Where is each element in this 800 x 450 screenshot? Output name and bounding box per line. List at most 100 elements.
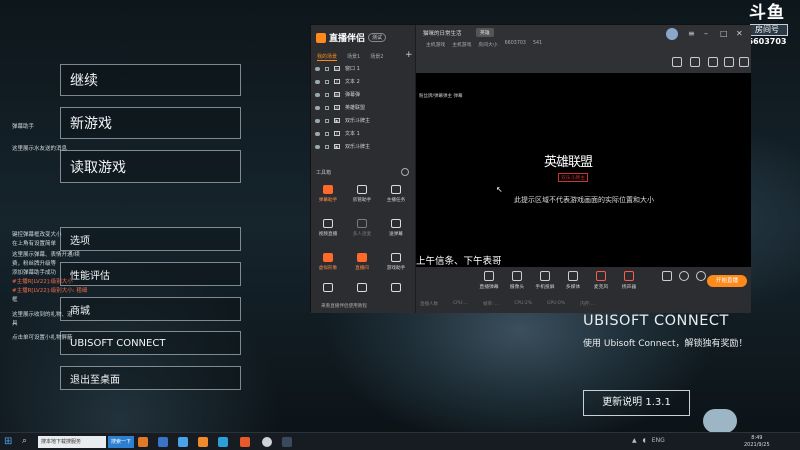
close-icon[interactable]: ✕ [736,29,743,38]
control-label: 扬声器 [621,285,637,290]
room-tag[interactable]: 英雄 [476,28,494,37]
source-item[interactable]: ▶ 双乐斗牌主 [315,143,370,150]
tool-beauty[interactable] [313,283,343,295]
tool-more[interactable] [347,283,377,295]
tool-room-admin[interactable]: 房管助手 [347,185,377,203]
tutorial-tip[interactable]: 来看直播伴侣使用教程 [321,303,367,309]
app-badge[interactable]: 测试 [368,33,387,42]
share-icon[interactable] [739,57,749,67]
multimedia-button[interactable]: 多媒体 [560,271,586,290]
network-icon[interactable]: ▲ [632,437,637,444]
store-button[interactable]: 商城 [60,297,241,321]
search-button[interactable]: 搜索一下 [108,436,135,448]
chrome-icon[interactable] [262,437,272,447]
tool-video[interactable]: 视频直播 [313,219,343,237]
search-icon[interactable]: ⌕ [22,436,27,446]
scene-tabs: 我的场景 场景1 场景2 [317,53,383,61]
source-item[interactable]: ◎ 英雄联盟 [315,104,365,111]
source-label: 双乐斗牌主 [345,144,371,150]
tool-label: 主播任务 [386,198,406,203]
folder-icon[interactable] [158,437,168,447]
cart-icon[interactable] [690,57,700,67]
mail-icon[interactable] [708,57,718,67]
exit-desktop-button[interactable]: 退出至桌面 [60,366,241,390]
app-icon[interactable] [138,437,148,447]
speaker-button[interactable]: 扬声器 [616,271,642,290]
release-notes-button[interactable]: 更新说明 1.3.1 [583,390,690,416]
tool-multi-mic[interactable]: 多人连麦 [347,219,377,237]
lock-icon[interactable] [325,66,329,71]
lock-icon[interactable] [325,118,329,123]
camera-icon [512,271,522,281]
text-icon: T [334,131,340,136]
language-indicator[interactable]: ENG [652,437,665,444]
source-label: 英雄联盟 [345,105,366,111]
eye-icon[interactable] [315,131,320,136]
minimize-icon[interactable]: – [704,29,708,38]
eye-icon[interactable] [315,92,320,97]
windows-start-icon[interactable]: ⊞ [4,436,12,447]
performance-button[interactable]: 性能评估 [60,262,241,286]
continue-button[interactable]: 继续 [60,64,241,96]
lock-icon[interactable] [325,92,329,97]
ubisoft-connect-button[interactable]: UBISOFT CONNECT [60,331,241,355]
layout-icon[interactable] [672,57,682,67]
status-bar: 直播人数 CPU:... 帧率: ... CPU:2% GPU:0% 内存:..… [420,301,595,307]
clock[interactable]: 8:49 2021/9/25 [744,435,770,449]
game-icon: ◎ [334,105,340,110]
tool-avatar[interactable]: 虚拟形象 [313,253,343,271]
tool-tasks[interactable]: 主播任务 [381,185,411,203]
source-item[interactable]: T 文本 2 [315,78,360,85]
tool-game-assist[interactable]: 游戏助手 [381,253,411,271]
stat-item: CPU:2% [514,301,533,306]
menu-icon[interactable]: ≡ [688,29,695,38]
camera-button[interactable]: 摄像头 [504,271,530,290]
preview-area[interactable]: 粉丝牌/弹幕弹主 弹幕 英雄联盟 双乐斗牌主 ↖ 此提示区域不代表游戏画面的实际… [416,73,751,267]
tool-live-room[interactable]: 直播间 [347,253,377,271]
side-note-highlight: #主播R[LV22]:级别大小: 粗细 [12,288,87,295]
info-item: 主机游戏 [426,43,446,48]
lock-icon[interactable] [325,144,329,149]
ubisoft-promo: UBISOFT CONNECT 使用 Ubisoft Connect，解锁独有奖… [583,313,748,351]
bell-icon[interactable] [724,57,734,67]
eye-icon[interactable] [315,79,320,84]
refresh-icon[interactable] [401,168,409,176]
eye-icon[interactable] [315,105,320,110]
options-button[interactable]: 选项 [60,227,241,251]
taskbar-search-input[interactable]: 搜本地下载搜服务 [38,436,106,448]
lock-icon[interactable] [325,105,329,110]
start-live-button[interactable]: 开始直播 [707,275,747,287]
browser-icon[interactable] [218,437,228,447]
tab-scene-1[interactable]: 场景1 [347,53,360,61]
room-title[interactable]: 猫咪的日常生活 [423,29,462,37]
tool-danmaku[interactable]: 弹幕助手 [313,185,343,203]
maximize-icon[interactable]: □ [720,29,728,38]
game-icon[interactable] [198,437,208,447]
continue-label: 继续 [70,73,98,89]
phone-cast-button[interactable]: 手机投屏 [532,271,558,290]
tab-my-scene[interactable]: 我的场景 [317,53,338,61]
user-avatar[interactable] [666,28,678,40]
eye-icon[interactable] [315,118,320,123]
source-item[interactable]: ▭ 窗口 1 [315,65,360,72]
ubisoft-icon[interactable] [282,437,292,447]
source-item[interactable]: ▶ 双乐斗牌主 [315,117,370,124]
eye-icon[interactable] [315,66,320,71]
eye-icon[interactable] [315,144,320,149]
tool-send-danmaku[interactable]: 送弹幕 [381,219,411,237]
tab-scene-2[interactable]: 场景2 [370,53,383,61]
new-game-button[interactable]: 新游戏 [60,107,241,139]
mail-icon[interactable] [178,437,188,447]
microphone-button[interactable]: 麦克风 [588,271,614,290]
lock-icon[interactable] [325,79,329,84]
add-scene-icon[interactable]: + [405,50,413,60]
source-item[interactable]: T 文本 1 [315,130,360,137]
video-icon [323,219,333,228]
stream-app-icon[interactable] [240,437,250,447]
volume-icon[interactable]: ◖ [643,437,646,444]
source-item[interactable]: ▤ 弹幕弹 [315,91,360,98]
lock-icon[interactable] [325,131,329,136]
live-danmaku-button[interactable]: 直播弹幕 [476,271,502,290]
tool-gift[interactable] [381,283,411,295]
load-game-button[interactable]: 读取游戏 [60,150,241,183]
